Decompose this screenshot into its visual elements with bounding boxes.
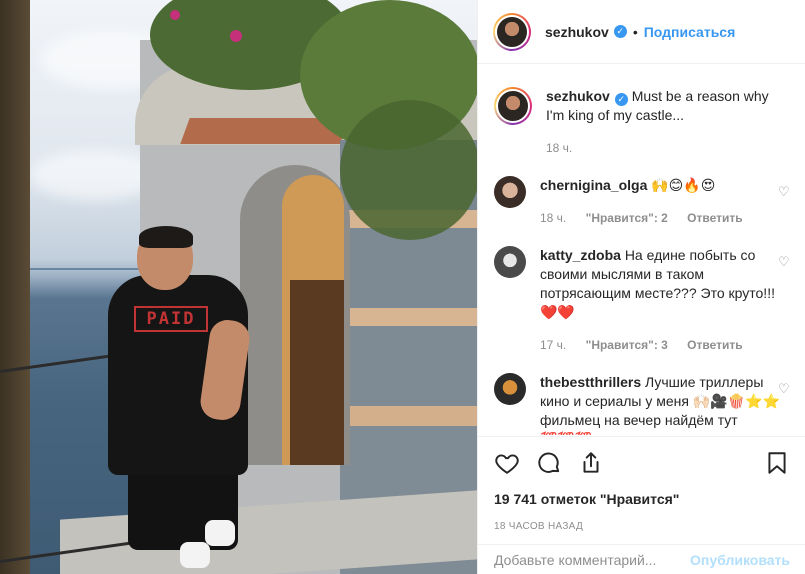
comment-likes[interactable]: "Нравится": 2 <box>586 211 668 225</box>
comment-icon[interactable] <box>536 450 562 476</box>
comment-text: 🙌😊🔥😍 <box>651 177 716 193</box>
share-icon[interactable] <box>578 450 604 476</box>
commenter-avatar[interactable] <box>494 373 526 405</box>
like-comment-icon[interactable]: ♡ <box>778 185 790 198</box>
comments-list[interactable]: sezhukov ✓ Must be a reason why I'm king … <box>478 65 805 435</box>
caption: sezhukov ✓ Must be a reason why I'm king … <box>494 87 790 158</box>
reply-button[interactable]: Ответить <box>687 338 742 352</box>
caption-meta: 18 ч. <box>546 139 790 158</box>
commenter-avatar[interactable] <box>494 176 526 208</box>
wall-stripe <box>340 326 477 406</box>
comment-meta: 17 ч. "Нравится": 3 Ответить <box>540 336 786 355</box>
person-hair <box>139 226 193 248</box>
like-comment-icon[interactable]: ♡ <box>778 382 790 395</box>
action-icons <box>494 449 790 477</box>
comment-body: katty_zdoba На едине побыть со своими мы… <box>540 246 786 355</box>
verified-badge-icon: ✓ <box>613 25 627 38</box>
post-actions: 19 741 отметок "Нравится" 18 ЧАСОВ НАЗАД <box>478 436 805 532</box>
sneaker <box>205 520 235 546</box>
interior <box>290 280 344 465</box>
follow-button[interactable]: Подписаться <box>644 24 736 40</box>
caption-avatar[interactable] <box>494 87 532 125</box>
instagram-post: PAID sezhukov ✓ • Подписаться sezhukov ✓ … <box>0 0 805 574</box>
comment-meta: 18 ч. "Нравится": 2 Ответить <box>540 209 786 228</box>
comment-composer: Опубликовать <box>478 544 805 574</box>
bookmark-icon[interactable] <box>764 450 790 476</box>
publish-button[interactable]: Опубликовать <box>690 552 790 568</box>
comment-time: 17 ч. <box>540 338 567 352</box>
comment-body: thebestthrillers Лучшие триллеры кино и … <box>540 373 786 435</box>
wall-stripe <box>340 406 477 426</box>
like-comment-icon[interactable]: ♡ <box>778 255 790 268</box>
reply-button[interactable]: Ответить <box>687 211 742 225</box>
like-count[interactable]: 19 741 отметок "Нравится" <box>494 491 790 507</box>
caption-body: sezhukov ✓ Must be a reason why I'm king … <box>546 87 790 158</box>
commenter-avatar[interactable] <box>494 246 526 278</box>
post-photo[interactable]: PAID <box>0 0 477 574</box>
comment-item: thebestthrillers Лучшие триллеры кино и … <box>494 373 790 435</box>
comment-username[interactable]: thebestthrillers <box>540 374 641 390</box>
caption-time: 18 ч. <box>546 141 573 155</box>
caption-username[interactable]: sezhukov <box>546 88 610 104</box>
heart-icon[interactable] <box>494 450 520 476</box>
comment-time: 18 ч. <box>540 211 567 225</box>
bougainvillea-flower <box>230 30 242 42</box>
author-username[interactable]: sezhukov <box>545 24 609 40</box>
comment-body: chernigina_olga 🙌😊🔥😍 18 ч. "Нравится": 2… <box>540 176 786 228</box>
avatar-image <box>495 14 529 49</box>
comment-likes[interactable]: "Нравится": 3 <box>586 338 668 352</box>
shirt-print-logo: PAID <box>134 306 208 332</box>
sneaker <box>180 542 210 568</box>
comment-username[interactable]: chernigina_olga <box>540 177 647 193</box>
comment-username[interactable]: katty_zdoba <box>540 247 621 263</box>
avatar-image <box>496 89 530 123</box>
wall-stripe <box>340 308 477 326</box>
bougainvillea-flower <box>170 10 180 20</box>
comment-item: chernigina_olga 🙌😊🔥😍 18 ч. "Нравится": 2… <box>494 176 790 228</box>
post-timestamp[interactable]: 18 ЧАСОВ НАЗАД <box>494 521 790 532</box>
wall-stripe <box>340 228 477 308</box>
author-avatar[interactable] <box>493 12 531 51</box>
comment-item: katty_zdoba На едине побыть со своими мы… <box>494 246 790 355</box>
comment-input[interactable] <box>494 551 684 568</box>
foliage <box>340 100 477 240</box>
separator-dot: • <box>632 23 638 40</box>
verified-badge-icon: ✓ <box>614 93 628 106</box>
post-sidebar: sezhukov ✓ • Подписаться sezhukov ✓ Must … <box>477 0 805 574</box>
post-header: sezhukov ✓ • Подписаться <box>478 0 805 64</box>
